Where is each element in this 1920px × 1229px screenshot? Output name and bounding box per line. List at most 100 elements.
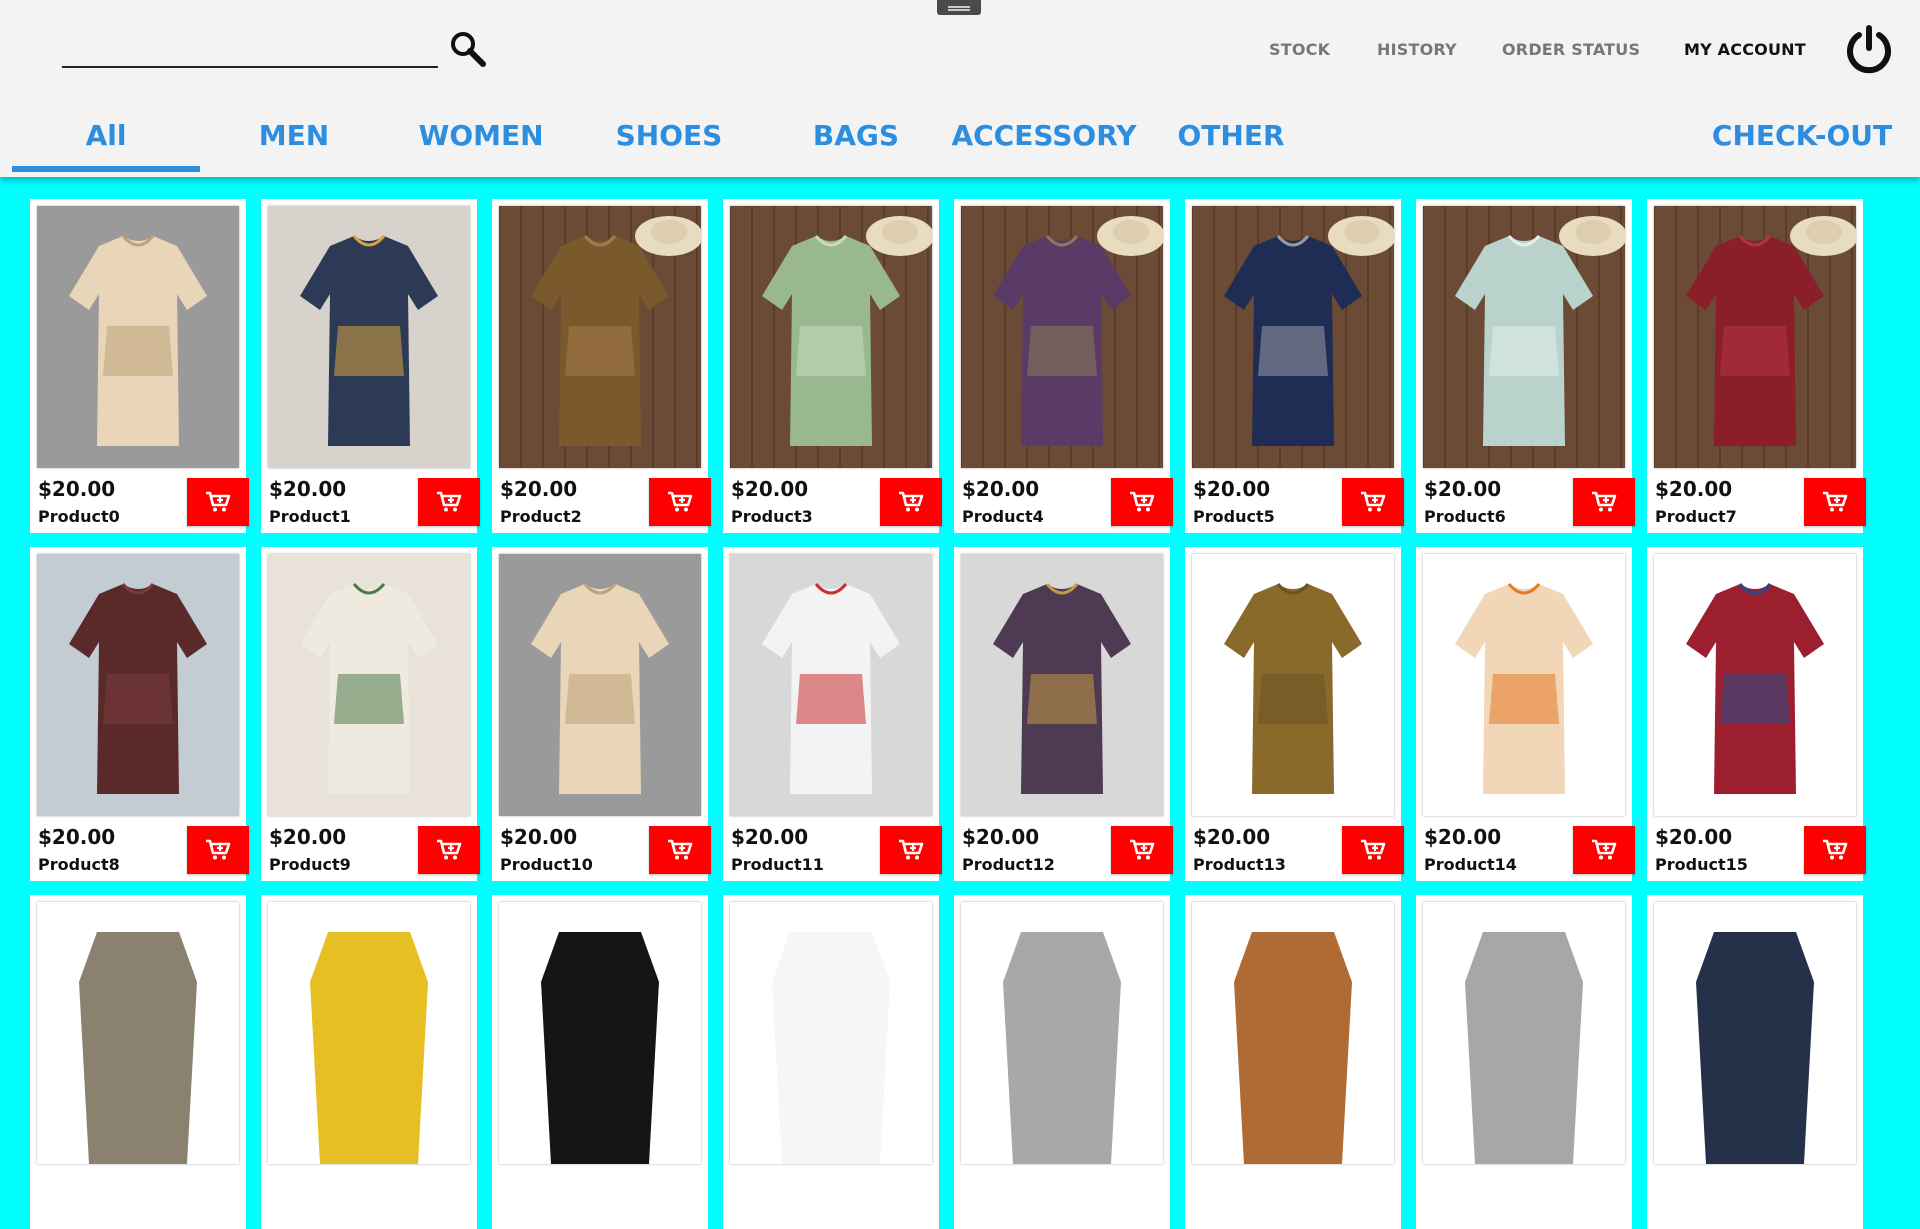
product-name: Product12 <box>962 855 1055 874</box>
my-account-link[interactable]: MY ACCOUNT <box>1684 40 1806 59</box>
product-card[interactable]: $20.00 Product15 <box>1647 547 1866 881</box>
search-icon[interactable] <box>448 29 488 69</box>
add-to-cart-button[interactable] <box>1342 826 1404 874</box>
product-card[interactable]: $20.00 Product6 <box>1416 199 1635 533</box>
product-image <box>499 902 701 1164</box>
product-card[interactable] <box>1647 895 1863 1229</box>
tab-shoes[interactable]: SHOES <box>575 116 763 172</box>
add-to-cart-button[interactable] <box>1342 478 1404 526</box>
product-thumbnail[interactable] <box>1654 902 1856 1164</box>
add-to-cart-button[interactable] <box>418 478 480 526</box>
product-name: Product3 <box>731 507 813 526</box>
cart-icon <box>668 491 693 512</box>
add-to-cart-button[interactable] <box>1573 478 1635 526</box>
product-thumbnail[interactable] <box>37 206 239 468</box>
product-name: Product14 <box>1424 855 1517 874</box>
product-image <box>1654 902 1856 1164</box>
product-card[interactable]: $20.00 Product10 <box>492 547 711 881</box>
product-card[interactable]: $20.00 Product8 <box>30 547 249 881</box>
add-to-cart-button[interactable] <box>649 826 711 874</box>
product-card[interactable]: $20.00 Product13 <box>1185 547 1404 881</box>
product-name: Product11 <box>731 855 824 874</box>
product-thumbnail[interactable] <box>1654 206 1856 468</box>
product-thumbnail[interactable] <box>1423 554 1625 816</box>
product-card[interactable]: $20.00 Product14 <box>1416 547 1635 881</box>
product-card[interactable] <box>1185 895 1401 1229</box>
product-thumbnail[interactable] <box>268 902 470 1164</box>
power-icon[interactable] <box>1843 24 1895 76</box>
add-to-cart-button[interactable] <box>649 478 711 526</box>
tab-women[interactable]: WOMEN <box>387 116 575 172</box>
stock-link[interactable]: STOCK <box>1269 40 1330 59</box>
add-to-cart-button[interactable] <box>880 478 942 526</box>
product-thumbnail[interactable] <box>1192 206 1394 468</box>
product-thumbnail[interactable] <box>1654 554 1856 816</box>
cart-icon <box>1130 491 1155 512</box>
product-card[interactable]: $20.00 Product1 <box>261 199 480 533</box>
product-card[interactable]: $20.00 Product4 <box>954 199 1173 533</box>
product-card[interactable] <box>30 895 246 1229</box>
tab-men[interactable]: MEN <box>200 116 388 172</box>
product-price: $20.00 <box>500 825 578 849</box>
add-to-cart-button[interactable] <box>1111 478 1173 526</box>
add-to-cart-button[interactable] <box>187 826 249 874</box>
product-card[interactable]: $20.00 Product2 <box>492 199 711 533</box>
history-link[interactable]: HISTORY <box>1377 40 1457 59</box>
product-card[interactable]: $20.00 Product5 <box>1185 199 1404 533</box>
product-price: $20.00 <box>38 477 116 501</box>
product-thumbnail[interactable] <box>730 206 932 468</box>
product-thumbnail[interactable] <box>730 902 932 1164</box>
tab-label: All <box>85 119 127 152</box>
product-thumbnail[interactable] <box>37 554 239 816</box>
tab-accessory[interactable]: ACCESSORY <box>950 116 1138 172</box>
product-price: $20.00 <box>1655 825 1733 849</box>
product-thumbnail[interactable] <box>268 554 470 816</box>
product-card[interactable]: $20.00 Product0 <box>30 199 249 533</box>
product-card[interactable]: $20.00 Product11 <box>723 547 942 881</box>
add-to-cart-button[interactable] <box>1111 826 1173 874</box>
product-thumbnail[interactable] <box>1192 902 1394 1164</box>
product-thumbnail[interactable] <box>730 554 932 816</box>
product-thumbnail[interactable] <box>1423 206 1625 468</box>
product-card[interactable]: $20.00 Product12 <box>954 547 1173 881</box>
product-image <box>499 206 701 468</box>
order-status-link[interactable]: ORDER STATUS <box>1502 40 1640 59</box>
search-input[interactable] <box>62 28 438 68</box>
tab-other[interactable]: OTHER <box>1137 116 1325 172</box>
product-card[interactable]: $20.00 Product9 <box>261 547 480 881</box>
product-thumbnail[interactable] <box>961 554 1163 816</box>
product-thumbnail[interactable] <box>961 206 1163 468</box>
tab-bags[interactable]: BAGS <box>762 116 950 172</box>
product-image <box>1423 902 1625 1164</box>
product-card[interactable] <box>723 895 939 1229</box>
product-card[interactable]: $20.00 Product7 <box>1647 199 1866 533</box>
product-image <box>1192 902 1394 1164</box>
add-to-cart-button[interactable] <box>1804 478 1866 526</box>
add-to-cart-button[interactable] <box>880 826 942 874</box>
product-thumbnail[interactable] <box>1192 554 1394 816</box>
cart-icon <box>668 839 693 860</box>
cart-icon <box>206 839 231 860</box>
product-thumbnail[interactable] <box>499 206 701 468</box>
add-to-cart-button[interactable] <box>1573 826 1635 874</box>
add-to-cart-button[interactable] <box>1804 826 1866 874</box>
drag-handle[interactable] <box>937 0 981 15</box>
product-card[interactable] <box>1416 895 1632 1229</box>
product-thumbnail[interactable] <box>268 206 470 468</box>
add-to-cart-button[interactable] <box>187 478 249 526</box>
cart-icon <box>1130 839 1155 860</box>
product-card[interactable] <box>261 895 477 1229</box>
checkout-tab[interactable]: CHECK-OUT <box>1700 116 1904 172</box>
product-thumbnail[interactable] <box>1423 902 1625 1164</box>
product-thumbnail[interactable] <box>499 902 701 1164</box>
product-card[interactable] <box>492 895 708 1229</box>
product-price: $20.00 <box>962 825 1040 849</box>
product-thumbnail[interactable] <box>37 902 239 1164</box>
add-to-cart-button[interactable] <box>418 826 480 874</box>
product-card[interactable]: $20.00 Product3 <box>723 199 942 533</box>
cart-icon <box>1592 839 1617 860</box>
product-thumbnail[interactable] <box>961 902 1163 1164</box>
product-thumbnail[interactable] <box>499 554 701 816</box>
tab-all[interactable]: All <box>12 116 200 172</box>
product-card[interactable] <box>954 895 1170 1229</box>
